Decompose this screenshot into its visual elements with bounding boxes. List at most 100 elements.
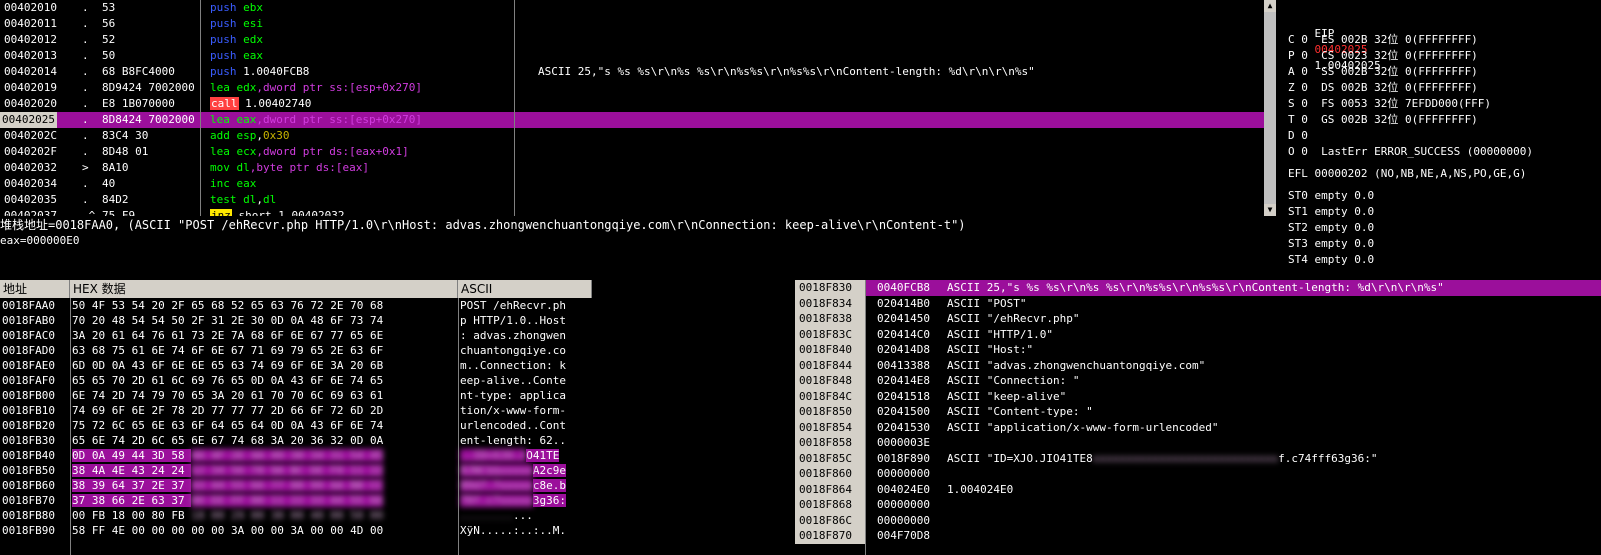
dump-row[interactable]: 0018FAC0 3A 20 61 64 76 61 73 2E 7A 68 6F… bbox=[0, 328, 592, 343]
dump-ascii[interactable]: XÿN.....:..:..M. bbox=[460, 523, 566, 538]
disasm-address[interactable]: 00402020 bbox=[4, 96, 57, 112]
stack-address[interactable]: 0018F854 bbox=[795, 419, 865, 435]
dump-ascii[interactable]: 78f.c7xxxxx3g36: bbox=[460, 493, 566, 508]
disasm-address[interactable]: 00402010 bbox=[4, 0, 57, 16]
memory-dump-pane[interactable]: 地址 HEX 数据 ASCII 0018FAA0 50 4F 53 54 20 2… bbox=[0, 280, 592, 555]
stack-row[interactable]: 0018F86C 00000000 bbox=[795, 512, 1601, 529]
dump-header-ascii[interactable]: ASCII bbox=[458, 280, 592, 298]
stack-value[interactable]: 00000000 bbox=[877, 497, 930, 513]
dump-address[interactable]: 0018FAC0 bbox=[2, 328, 55, 343]
dump-ascii[interactable]: POST /ehRecvr.ph bbox=[460, 298, 566, 313]
registers-pane[interactable]: EIP 00402025 1.00402025 C 0 ES 002B 32位 … bbox=[1288, 0, 1601, 278]
dump-row[interactable]: 0018FB50 38 4A 4E 43 24 24 12 34 56 78 9A… bbox=[0, 463, 592, 478]
dump-ascii[interactable]: ..ID=XJO.JO41TE bbox=[460, 448, 560, 463]
dump-address[interactable]: 0018FAF0 bbox=[2, 373, 55, 388]
disasm-row[interactable]: 00402014. 68 B8FC4000 push 1.0040FCB8 ASCII… bbox=[0, 64, 1276, 80]
stack-row[interactable]: 0018F864 004024E0 1.004024E0 bbox=[795, 481, 1601, 498]
stack-address[interactable]: 0018F844 bbox=[795, 357, 865, 373]
stack-address[interactable]: 0018F838 bbox=[795, 311, 865, 327]
disasm-address[interactable]: 00402011 bbox=[4, 16, 57, 32]
disasm-address[interactable]: 00402032 bbox=[4, 160, 57, 176]
stack-address[interactable]: 0018F84C bbox=[795, 388, 865, 404]
scroll-down-icon[interactable]: ▼ bbox=[1264, 204, 1276, 216]
dump-hex[interactable]: 58 FF 4E 00 00 00 00 00 3A 00 00 3A 00 0… bbox=[72, 523, 383, 538]
stack-value[interactable]: 0040FCB8 bbox=[877, 280, 930, 296]
pane-divider[interactable] bbox=[1276, 0, 1288, 278]
dump-hex[interactable]: 65 6E 74 2D 6C 65 6E 67 74 68 3A 20 36 3… bbox=[72, 433, 383, 448]
stack-value[interactable]: 020414C0 bbox=[877, 327, 930, 343]
stack-value[interactable]: 020414D8 bbox=[877, 342, 930, 358]
disasm-instruction[interactable]: lea edx,dword ptr ss:[esp+0x270] bbox=[210, 80, 422, 96]
dump-row[interactable]: 0018FB30 65 6E 74 2D 6C 65 6E 67 74 68 3A… bbox=[0, 433, 592, 448]
dump-row[interactable]: 0018FAA0 50 4F 53 54 20 2F 65 68 52 65 63… bbox=[0, 298, 592, 313]
stack-address[interactable]: 0018F840 bbox=[795, 342, 865, 358]
fpu-register-row[interactable]: ST3 empty 0.0 bbox=[1288, 236, 1601, 252]
stack-value[interactable]: 00000000 bbox=[877, 466, 930, 482]
stack-address[interactable]: 0018F870 bbox=[795, 528, 865, 544]
dump-ascii[interactable]: : advas.zhongwen bbox=[460, 328, 566, 343]
stack-value[interactable]: 004024E0 bbox=[877, 482, 930, 498]
disasm-row[interactable]: 00402013. 50 push eax bbox=[0, 48, 1276, 64]
dump-ascii[interactable]: ent-length: 62.. bbox=[460, 433, 566, 448]
dump-ascii[interactable]: urlencoded..Cont bbox=[460, 418, 566, 433]
disasm-row[interactable]: 00402010. 53 push ebx bbox=[0, 0, 1276, 16]
disasm-instruction[interactable]: push 1.0040FCB8 bbox=[210, 64, 309, 80]
disasm-instruction[interactable]: push esi bbox=[210, 16, 263, 32]
disasm-instruction[interactable]: lea ecx,dword ptr ds:[eax+0x1] bbox=[210, 144, 409, 160]
dump-ascii[interactable]: ........... bbox=[460, 508, 533, 523]
dump-address[interactable]: 0018FAD0 bbox=[2, 343, 55, 358]
disasm-row[interactable]: 00402034. 40 inc eax bbox=[0, 176, 1276, 192]
stack-row[interactable]: 0018F83C 020414C0 ASCII "HTTP/1.0" bbox=[795, 326, 1601, 343]
disasm-row[interactable]: 0040202F. 8D48 01 lea ecx,dword ptr ds:[ea… bbox=[0, 144, 1276, 160]
stack-value[interactable]: 0000003E bbox=[877, 435, 930, 451]
stack-row[interactable]: 0018F870 004F70D8 bbox=[795, 528, 1601, 544]
stack-row[interactable]: 0018F85C 0018F890 ASCII "ID=XJO.JIO41TE8xx… bbox=[795, 450, 1601, 467]
dump-address[interactable]: 0018FB00 bbox=[2, 388, 55, 403]
disasm-instruction[interactable]: call 1.00402740 bbox=[210, 96, 311, 112]
dump-row[interactable]: 0018FB10 74 69 6F 6E 2F 78 2D 77 77 77 2D… bbox=[0, 403, 592, 418]
dump-hex[interactable]: 00 FB 18 00 80 FB 18 00 29 00 30 00 40 0… bbox=[72, 508, 383, 523]
dump-ascii[interactable]: tion/x-www-form- bbox=[460, 403, 566, 418]
dump-row[interactable]: 0018FB00 6E 74 2D 74 79 70 65 3A 20 61 70… bbox=[0, 388, 592, 403]
flag-segment-row[interactable]: C 0 ES 002B 32位 0(FFFFFFFF) bbox=[1288, 32, 1601, 48]
dump-address[interactable]: 0018FB80 bbox=[2, 508, 55, 523]
stack-row[interactable]: 0018F830 0040FCB8 ASCII 25,"s %s %s\r\n%s … bbox=[795, 280, 1601, 296]
dump-row[interactable]: 0018FAF0 65 65 70 2D 61 6C 69 76 65 0D 0A… bbox=[0, 373, 592, 388]
stack-value[interactable]: 004F70D8 bbox=[877, 528, 930, 544]
dump-address[interactable]: 0018FB60 bbox=[2, 478, 55, 493]
stack-value[interactable]: 02041530 bbox=[877, 420, 930, 436]
flag-segment-row[interactable]: P 0 CS 0023 32位 0(FFFFFFFF) bbox=[1288, 48, 1601, 64]
disassembly-pane[interactable]: 00402010. 53 push ebx 00402011. 56 push esi 00… bbox=[0, 0, 1276, 216]
disasm-instruction[interactable]: lea eax,dword ptr ss:[esp+0x270] bbox=[210, 112, 422, 128]
disasm-address[interactable]: 00402037 bbox=[4, 208, 57, 216]
dump-row[interactable]: 0018FAB0 70 20 48 54 54 50 2F 31 2E 30 0D… bbox=[0, 313, 592, 328]
disasm-row[interactable]: 00402019. 8D9424 7002000 lea edx,dword ptr… bbox=[0, 80, 1276, 96]
stack-value[interactable]: 020414E8 bbox=[877, 373, 930, 389]
dump-hex[interactable]: 63 68 75 61 6E 74 6F 6E 67 71 69 79 65 2… bbox=[72, 343, 383, 358]
stack-address[interactable]: 0018F858 bbox=[795, 435, 865, 451]
dump-hex[interactable]: 38 39 64 37 2E 37 33 44 55 66 77 88 99 A… bbox=[72, 478, 384, 493]
disassembly-scrollbar[interactable]: ▲ ▼ bbox=[1264, 0, 1276, 216]
dump-address[interactable]: 0018FAB0 bbox=[2, 313, 55, 328]
stack-address[interactable]: 0018F83C bbox=[795, 326, 865, 342]
stack-value[interactable]: 00000000 bbox=[877, 513, 930, 529]
stack-row[interactable]: 0018F854 02041530 ASCII "application/x-www… bbox=[795, 419, 1601, 436]
fpu-register-row[interactable]: ST0 empty 0.0 bbox=[1288, 188, 1601, 204]
fpu-register-row[interactable]: ST2 empty 0.0 bbox=[1288, 220, 1601, 236]
stack-value[interactable]: 0018F890 bbox=[877, 451, 930, 467]
flag-segment-row[interactable]: A 0 SS 002B 32位 0(FFFFFFFF) bbox=[1288, 64, 1601, 80]
dump-row[interactable]: 0018FB60 38 39 64 37 2E 37 33 44 55 66 77… bbox=[0, 478, 592, 493]
dump-address[interactable]: 0018FAE0 bbox=[2, 358, 55, 373]
stack-address[interactable]: 0018F85C bbox=[795, 450, 865, 466]
dump-hex[interactable]: 75 72 6C 65 6E 63 6F 64 65 64 0D 0A 43 6… bbox=[72, 418, 383, 433]
stack-address[interactable]: 0018F848 bbox=[795, 373, 865, 389]
dump-address[interactable]: 0018FB20 bbox=[2, 418, 55, 433]
stack-pane[interactable]: 0018F830 0040FCB8 ASCII 25,"s %s %s\r\n%s … bbox=[795, 280, 1601, 555]
dump-hex[interactable]: 74 69 6F 6E 2F 78 2D 77 77 77 2D 66 6F 7… bbox=[72, 403, 383, 418]
efl-row[interactable]: EFL 00000202 (NO,NB,NE,A,NS,PO,GE,G) bbox=[1288, 166, 1601, 182]
disasm-address[interactable]: 00402014 bbox=[4, 64, 57, 80]
dump-hex[interactable]: 38 4A 4E 43 24 24 12 34 56 78 9A BC DE F… bbox=[72, 463, 384, 478]
disasm-instruction[interactable]: mov dl,byte ptr ds:[eax] bbox=[210, 160, 369, 176]
disasm-row[interactable]: 00402032 >8A10 mov dl,byte ptr ds:[eax] bbox=[0, 160, 1276, 176]
dump-header-hex[interactable]: HEX 数据 bbox=[70, 280, 458, 298]
